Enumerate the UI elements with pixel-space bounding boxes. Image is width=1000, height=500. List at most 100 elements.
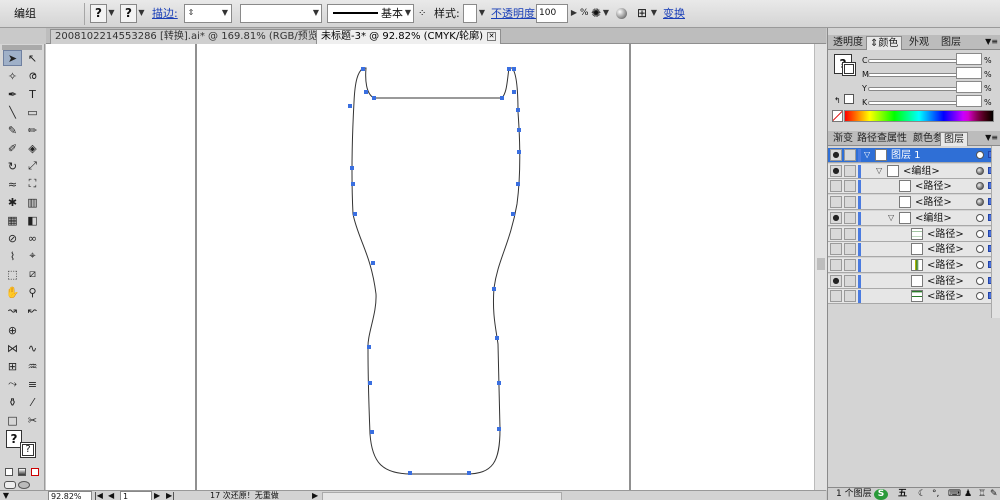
eye-icon[interactable]: ●: [830, 164, 842, 177]
layers-scrollbar[interactable]: [991, 146, 1000, 318]
channel-input-c[interactable]: [956, 53, 982, 65]
channel-input-y[interactable]: [956, 81, 982, 93]
layer-row[interactable]: <路径>: [828, 257, 1000, 273]
ime-s-icon[interactable]: S: [874, 489, 888, 500]
anchor-point[interactable]: [516, 108, 520, 112]
rectangle-tool-icon[interactable]: ▭: [23, 104, 42, 120]
bottle-outline-path[interactable]: [351, 67, 521, 475]
anchor-point[interactable]: [511, 212, 515, 216]
warp-tool-icon[interactable]: ≈: [3, 176, 22, 192]
shirt-icon[interactable]: ♖: [978, 489, 986, 500]
lasso-tool-icon[interactable]: ര: [23, 68, 42, 84]
anchor-point[interactable]: [368, 381, 372, 385]
disclosure-triangle-icon[interactable]: ▽: [876, 166, 882, 175]
anchor-point[interactable]: [495, 336, 499, 340]
target-icon[interactable]: [976, 166, 984, 175]
puppet-tool-icon[interactable]: ♒: [23, 358, 42, 374]
isolate-group-icon[interactable]: [616, 8, 627, 19]
lock-toggle[interactable]: [844, 243, 856, 256]
rotate-tool-icon[interactable]: ↻: [3, 158, 22, 174]
eyedropper-alt-icon[interactable]: ⚱: [3, 394, 22, 410]
blob-brush-tool-icon[interactable]: ✐: [3, 140, 22, 156]
eraser-tool-icon[interactable]: ◈: [23, 140, 42, 156]
anchor-point[interactable]: [517, 128, 521, 132]
keyboard-icon[interactable]: ⌨: [948, 489, 961, 500]
zoom-field[interactable]: 92.82%: [48, 491, 92, 500]
eye-icon[interactable]: ●: [830, 149, 842, 161]
lock-toggle[interactable]: [844, 180, 856, 193]
target-icon[interactable]: [976, 213, 984, 222]
anchor-point[interactable]: [372, 96, 376, 100]
visibility-toggle[interactable]: [830, 290, 842, 303]
blend-tool-icon[interactable]: ∞: [23, 230, 42, 246]
chevron-down-icon[interactable]: ▼: [311, 4, 321, 23]
ime-punct-icon[interactable]: °,: [932, 489, 939, 500]
tab-attributes[interactable]: 属性: [884, 132, 910, 146]
tab-gradient[interactable]: 渐变: [830, 132, 856, 146]
target-icon[interactable]: [976, 151, 984, 159]
layer-row[interactable]: ● ▽ <编组>: [828, 210, 1000, 226]
recolor-artwork-icon[interactable]: ✺: [591, 4, 601, 23]
anchor-point[interactable]: [517, 150, 521, 154]
anchor-point[interactable]: [350, 166, 354, 170]
stroke-link[interactable]: 描边:: [152, 4, 178, 23]
tab-layers[interactable]: 图层: [940, 132, 968, 146]
magic-wand-tool-icon[interactable]: ✧: [3, 68, 22, 84]
anchor-point[interactable]: [497, 427, 501, 431]
anchor-point[interactable]: [512, 67, 516, 71]
layer-row[interactable]: <路径>: [828, 226, 1000, 242]
eyedropper-tool-icon[interactable]: ⊘: [3, 230, 22, 246]
layer-row[interactable]: <路径>: [828, 289, 1000, 305]
layer-row[interactable]: ● ▽ 图层 1: [828, 148, 1000, 163]
transform-link[interactable]: 变换: [663, 4, 685, 23]
width-tool-icon[interactable]: ↝: [3, 302, 22, 318]
tab-layers-mini[interactable]: 图层: [938, 36, 964, 50]
lock-toggle[interactable]: [844, 211, 856, 224]
status-menu-icon[interactable]: ▶: [312, 491, 318, 500]
anchor-point[interactable]: [507, 67, 511, 71]
lock-toggle[interactable]: [844, 274, 856, 287]
tab-transparency[interactable]: 透明度: [830, 36, 866, 50]
tab-color[interactable]: ⇕颜色: [866, 36, 903, 50]
anchor-point[interactable]: [370, 430, 374, 434]
chevron-down-icon[interactable]: ▼: [137, 4, 146, 23]
mesh-tool-icon[interactable]: ▦: [3, 212, 22, 228]
visibility-toggle[interactable]: [830, 258, 842, 271]
selection-tool-icon[interactable]: ➤: [3, 50, 22, 66]
chevron-down-icon[interactable]: ▼: [602, 4, 610, 23]
target-icon[interactable]: [976, 245, 984, 254]
lock-toggle[interactable]: [844, 290, 856, 303]
layer-row[interactable]: ● <路径>: [828, 273, 1000, 289]
symbol-shifter-tool-icon[interactable]: ⤳: [3, 376, 22, 392]
channel-input-k[interactable]: [956, 95, 982, 107]
live-paint-tool-icon[interactable]: ⌇: [3, 248, 22, 264]
transform-each-icon[interactable]: ⁘: [418, 4, 426, 23]
free-transform-tool-icon[interactable]: ⛶: [23, 176, 42, 192]
first-page-icon[interactable]: |◀: [94, 491, 103, 500]
user-icon[interactable]: ♟: [964, 489, 972, 500]
stroke-swatch[interactable]: ?: [20, 442, 36, 458]
none-color-swatch[interactable]: [832, 110, 843, 122]
eye-icon[interactable]: ●: [830, 274, 842, 287]
anchor-point[interactable]: [367, 345, 371, 349]
last-page-icon[interactable]: ▶|: [166, 491, 175, 500]
horizontal-scrollbar[interactable]: [322, 492, 562, 500]
anchor-point[interactable]: [492, 287, 496, 291]
disclosure-triangle-icon[interactable]: ▽: [864, 150, 870, 159]
zoom-tool-icon[interactable]: ⚲: [23, 284, 42, 300]
anchor-point[interactable]: [371, 261, 375, 265]
paintbrush-tool-icon[interactable]: ✎: [3, 122, 22, 138]
target-icon[interactable]: [976, 229, 984, 238]
eye-icon[interactable]: ●: [830, 211, 842, 224]
anchor-point[interactable]: [364, 90, 368, 94]
hand-tool-icon[interactable]: ✋: [3, 284, 22, 300]
fill-swatch-button[interactable]: ?: [90, 4, 107, 23]
chevron-down-icon[interactable]: ▼: [107, 4, 116, 23]
target-icon[interactable]: [976, 198, 984, 207]
opacity-field[interactable]: 100: [536, 4, 568, 23]
scissors-tool-icon[interactable]: ✂: [23, 412, 42, 428]
symbol-sprayer-tool-icon[interactable]: ✱: [3, 194, 22, 210]
lock-toggle[interactable]: [844, 164, 856, 177]
pencil-tool-icon[interactable]: ✏: [23, 122, 42, 138]
direct-selection-tool-icon[interactable]: ↖: [23, 50, 42, 66]
